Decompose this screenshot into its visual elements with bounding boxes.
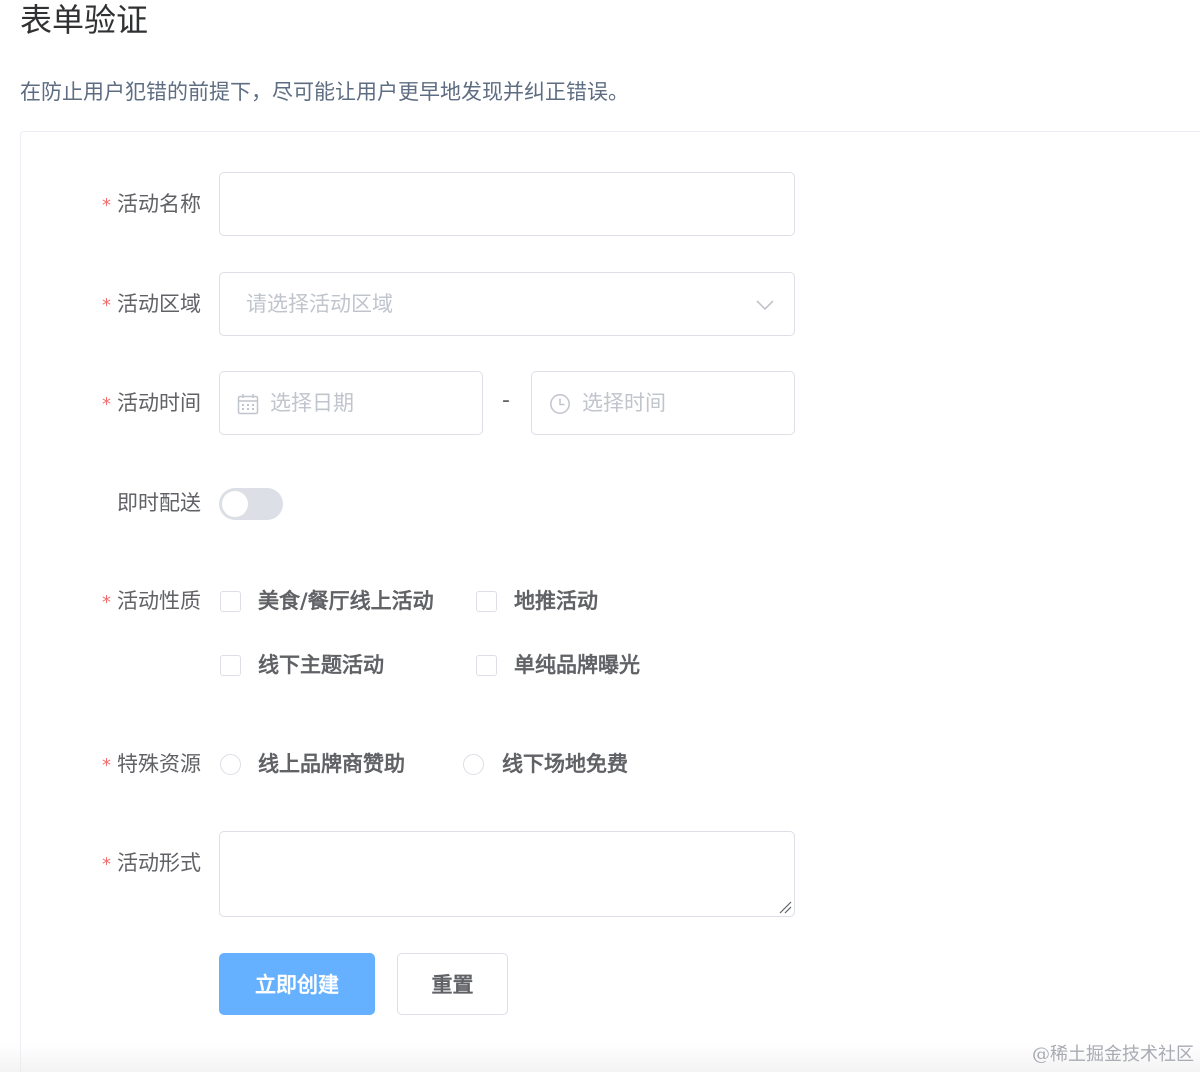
required-mark: * — [102, 755, 111, 776]
time-separator: - — [502, 388, 510, 413]
type-label-text: 活动性质 — [117, 589, 201, 613]
switch-knob — [222, 491, 248, 517]
date-picker[interactable]: 选择日期 — [219, 371, 483, 435]
checkbox[interactable] — [220, 591, 241, 612]
time-placeholder: 选择时间 — [582, 391, 666, 415]
form-item-type: * 活动性质 美食/餐厅线上活动 地推活动 线下主题活动 单纯品牌曝光 — [21, 582, 1200, 702]
calendar-icon — [237, 394, 259, 415]
radio[interactable] — [220, 754, 241, 775]
date-placeholder: 选择日期 — [270, 391, 354, 415]
delivery-label: 即时配送 — [117, 491, 201, 515]
form-actions: 立即创建 重置 — [21, 953, 1200, 1015]
radio[interactable] — [463, 754, 484, 775]
checkbox[interactable] — [220, 655, 241, 676]
type-label: * 活动性质 — [102, 586, 201, 618]
page-title: 表单验证 — [20, 1, 149, 39]
checkbox[interactable] — [476, 655, 497, 676]
required-mark: * — [102, 394, 111, 415]
delivery-switch[interactable] — [219, 488, 283, 520]
required-mark: * — [102, 592, 111, 613]
page-description: 在防止用户犯错的前提下，尽可能让用户更早地发现并纠正错误。 — [20, 80, 629, 104]
desc-label-text: 活动形式 — [117, 851, 201, 875]
radio-label[interactable]: 线上品牌商赞助 — [258, 749, 405, 779]
chevron-down-icon — [756, 300, 774, 311]
required-mark: * — [102, 854, 111, 875]
submit-button[interactable]: 立即创建 — [219, 953, 375, 1015]
name-label: * 活动名称 — [102, 189, 201, 221]
watermark: @稀土掘金技术社区 — [1032, 1044, 1194, 1065]
time-picker[interactable]: 选择时间 — [531, 371, 795, 435]
checkbox-label[interactable]: 单纯品牌曝光 — [514, 650, 640, 680]
name-input[interactable] — [219, 172, 795, 236]
region-select[interactable]: 请选择活动区域 — [219, 272, 795, 336]
checkbox[interactable] — [476, 591, 497, 612]
region-label: * 活动区域 — [102, 289, 201, 321]
form-item-resource: * 特殊资源 线上品牌商赞助 线下场地免费 — [21, 745, 1200, 779]
reset-button[interactable]: 重置 — [397, 953, 508, 1015]
form-item-desc: * 活动形式 — [21, 831, 1200, 917]
name-label-text: 活动名称 — [117, 192, 201, 216]
resize-handle-icon[interactable] — [778, 900, 792, 914]
required-mark: * — [102, 295, 111, 316]
checkbox-label[interactable]: 线下主题活动 — [258, 650, 384, 680]
desc-label: * 活动形式 — [102, 848, 201, 880]
checkbox-label[interactable]: 美食/餐厅线上活动 — [258, 586, 434, 616]
time-label-text: 活动时间 — [117, 391, 201, 415]
region-placeholder: 请选择活动区域 — [246, 292, 393, 316]
clock-icon — [550, 394, 570, 414]
desc-textarea[interactable] — [219, 831, 795, 917]
resource-label-text: 特殊资源 — [117, 752, 201, 776]
form-item-time: * 活动时间 选择日期 - 选择时间 — [21, 371, 1200, 435]
bottom-shadow — [0, 1044, 1200, 1072]
page: 表单验证 在防止用户犯错的前提下，尽可能让用户更早地发现并纠正错误。 * 活动名称… — [0, 0, 1200, 1072]
form-card: * 活动名称 * 活动区域 请选择活动区域 * 活动时间 选择日期 - 选择时间… — [20, 131, 1200, 1072]
radio-label[interactable]: 线下场地免费 — [502, 749, 628, 779]
checkbox-label[interactable]: 地推活动 — [514, 586, 598, 616]
time-label: * 活动时间 — [102, 388, 201, 420]
form-item-name: * 活动名称 — [21, 172, 1200, 236]
required-mark: * — [102, 195, 111, 216]
region-label-text: 活动区域 — [117, 292, 201, 316]
form-item-delivery: 即时配送 — [21, 487, 1200, 521]
form-item-region: * 活动区域 请选择活动区域 — [21, 272, 1200, 336]
resource-label: * 特殊资源 — [102, 749, 201, 781]
